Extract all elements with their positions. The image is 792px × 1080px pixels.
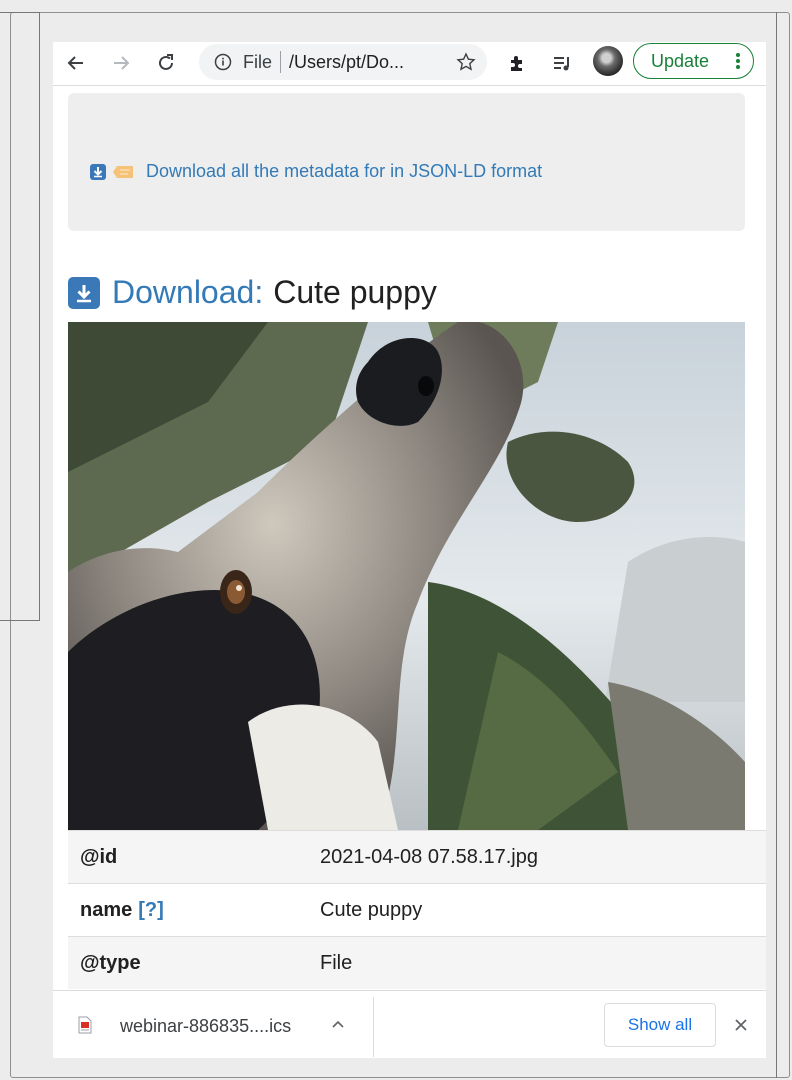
update-button[interactable]: Update <box>633 43 754 79</box>
address-bar[interactable]: File /Users/pt/Do... <box>199 44 487 80</box>
url-path: /Users/pt/Do... <box>289 51 405 72</box>
reload-icon[interactable] <box>153 50 179 76</box>
download-arrow-icon <box>68 276 100 309</box>
table-row: @type File <box>68 936 766 989</box>
page-content: Download all the metadata for in JSON-LD… <box>53 86 766 990</box>
backdrop-window-edge <box>39 12 40 620</box>
url-divider <box>280 51 282 73</box>
download-link[interactable]: Download: <box>112 274 263 311</box>
info-icon[interactable] <box>213 52 233 72</box>
chevron-up-icon[interactable] <box>330 1017 346 1033</box>
metadata-panel: Download all the metadata for in JSON-LD… <box>68 93 745 231</box>
property-key: @type <box>80 951 141 974</box>
property-key: @id <box>80 845 118 868</box>
profile-avatar[interactable] <box>593 46 623 76</box>
property-value: 2021-04-08 07.58.17.jpg <box>320 845 538 868</box>
extensions-puzzle-icon[interactable] <box>505 50 531 76</box>
help-link[interactable]: [?] <box>138 899 164 921</box>
download-filename[interactable]: webinar-886835....ics <box>120 1016 291 1037</box>
update-button-label: Update <box>651 50 710 71</box>
puppy-photo <box>68 322 745 830</box>
table-row: @id 2021-04-08 07.58.17.jpg <box>68 830 766 883</box>
url-scheme: File <box>243 51 273 72</box>
property-key-text: name <box>80 898 133 921</box>
property-value: Cute puppy <box>320 898 423 921</box>
browser-window: File /Users/pt/Do... Update Download all… <box>53 42 766 1058</box>
media-control-icon[interactable] <box>549 50 575 76</box>
metadata-download-link[interactable]: Download all the metadata for in JSON-LD… <box>90 161 542 182</box>
metadata-download-text: Download all the metadata for in JSON-LD… <box>146 161 543 181</box>
back-arrow-icon[interactable] <box>63 50 89 76</box>
backdrop-window-edge <box>776 12 777 1078</box>
property-value: File <box>320 951 353 974</box>
table-row: name [?] Cute puppy <box>68 883 766 936</box>
label-tag-icon <box>113 165 133 178</box>
backdrop-window-edge <box>0 620 40 621</box>
bookmark-star-icon[interactable] <box>455 51 477 73</box>
download-shelf: webinar-886835....ics Show all <box>53 990 766 1058</box>
properties-table: @id 2021-04-08 07.58.17.jpg name [?] Cute… <box>68 830 766 989</box>
backdrop-window-edge <box>0 12 40 13</box>
close-icon[interactable] <box>733 1017 749 1033</box>
browser-toolbar: File /Users/pt/Do... Update <box>53 42 766 86</box>
kebab-menu-icon[interactable] <box>735 52 741 70</box>
show-all-button[interactable]: Show all <box>604 1003 716 1047</box>
title-text: Cute puppy <box>273 274 437 310</box>
file-icon <box>78 1016 92 1034</box>
page-title: Download: Cute puppy <box>68 274 437 311</box>
shelf-divider <box>373 997 374 1057</box>
download-arrow-icon <box>90 163 106 180</box>
property-key: name [?] <box>68 899 320 922</box>
forward-arrow-icon[interactable] <box>108 50 134 76</box>
